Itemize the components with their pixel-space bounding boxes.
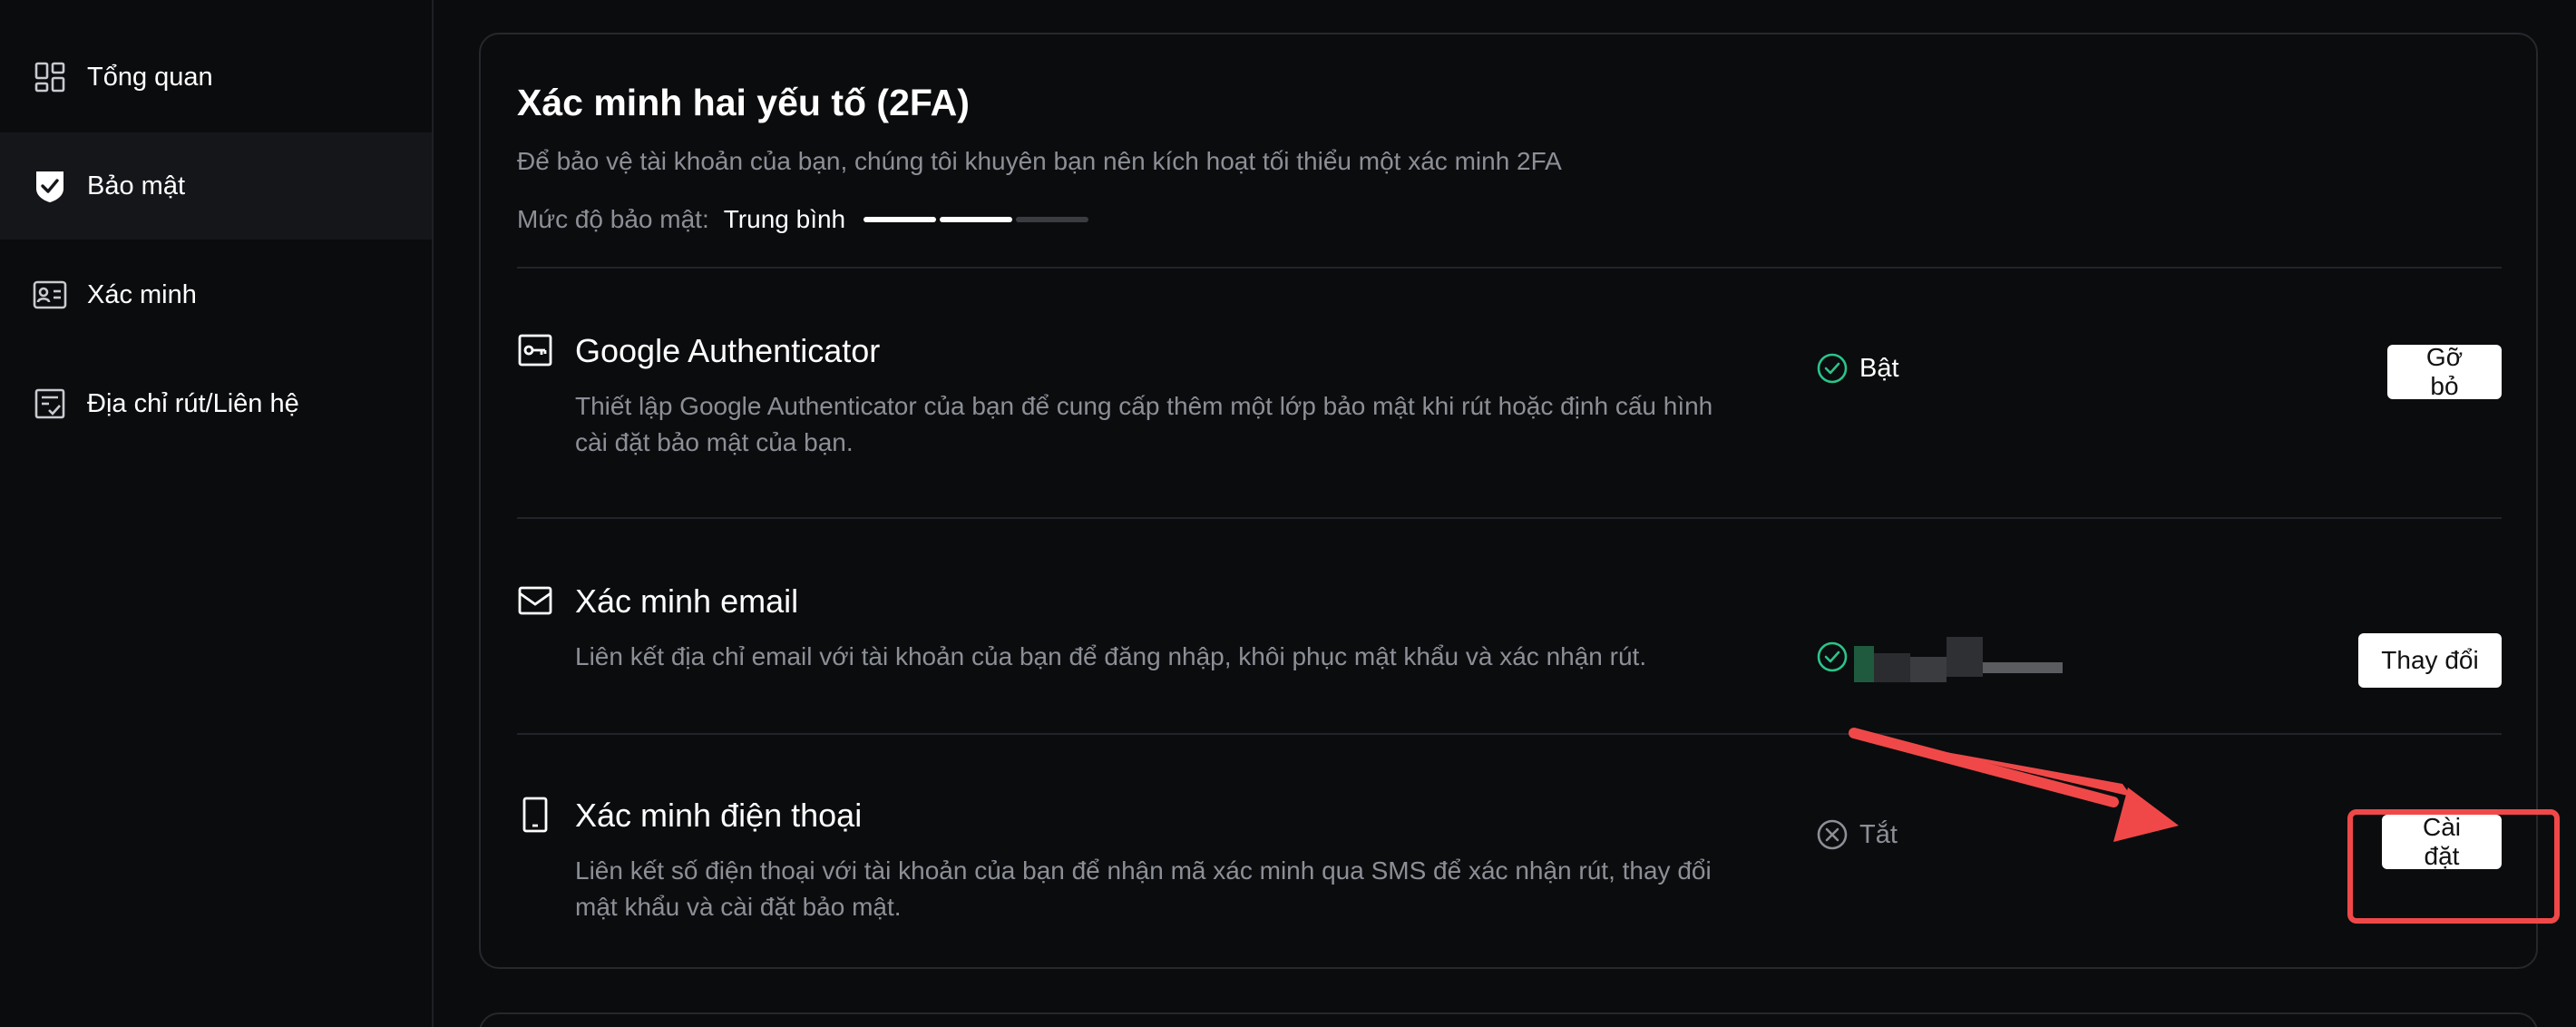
- method-description: Liên kết địa chỉ email với tài khoản của…: [575, 642, 1647, 670]
- dashboard-icon: [33, 60, 67, 94]
- status-badge: Bật: [1816, 352, 1899, 385]
- security-level-meter: [864, 217, 1089, 222]
- divider: [517, 517, 2502, 519]
- method-email: Xác minh email Liên kết địa chỉ email vớ…: [517, 582, 2502, 691]
- annotation-highlight-box: [2347, 809, 2560, 924]
- method-description: Liên kết số điện thoại với tài khoản của…: [575, 856, 1712, 921]
- twofa-card: Xác minh hai yếu tố (2FA) Để bảo vệ tài …: [479, 33, 2538, 969]
- annotation-arrow-icon: [1849, 728, 2179, 842]
- id-card-icon: [33, 278, 67, 312]
- status-text: Bật: [1859, 353, 1899, 383]
- sidebar-item-security[interactable]: Bảo mật: [0, 132, 432, 240]
- meter-segment: [940, 217, 1013, 222]
- phone-icon: [517, 797, 553, 833]
- security-level-label: Mức độ bảo mật: [517, 205, 702, 233]
- envelope-icon: [517, 582, 553, 619]
- sidebar-item-label: Xác minh: [87, 279, 197, 309]
- address-book-icon: [33, 386, 67, 421]
- change-email-button[interactable]: Thay đổi: [2358, 633, 2502, 688]
- sidebar-item-label: Địa chỉ rút/Liên hệ: [87, 388, 299, 418]
- authenticator-key-icon: [517, 332, 553, 368]
- check-circle-icon: [1817, 641, 1848, 672]
- sidebar-item-verification[interactable]: Xác minh: [0, 241, 432, 348]
- meter-segment: [864, 217, 937, 222]
- status-badge: [1816, 641, 1859, 673]
- method-description: Thiết lập Google Authenticator của bạn đ…: [575, 392, 1713, 456]
- method-google-authenticator: Google Authenticator Thiết lập Google Au…: [517, 332, 2502, 477]
- security-level-colon: :: [701, 205, 709, 233]
- check-circle-icon: [1817, 353, 1848, 384]
- method-title: Xác minh email: [575, 582, 799, 620]
- meter-segment: [1016, 217, 1089, 222]
- masked-email-pixelation: [1854, 637, 2063, 682]
- security-level: Mức độ bảo mật : Trung bình: [517, 205, 1089, 234]
- sidebar-item-label: Tổng quan: [87, 62, 213, 92]
- sidebar-item-overview[interactable]: Tổng quan: [0, 24, 432, 131]
- sidebar-item-label: Bảo mật: [87, 171, 185, 201]
- remove-authenticator-button[interactable]: Gỡ bỏ: [2387, 343, 2502, 400]
- method-title: Xác minh điện thoại: [575, 797, 863, 834]
- sidebar: Tổng quan Bảo mật Xác minh Địa chỉ rút/L…: [0, 0, 434, 1027]
- next-card-edge: [479, 1012, 2538, 1027]
- divider: [517, 267, 2502, 269]
- shield-check-icon: [33, 169, 67, 203]
- section-description: Để bảo vệ tài khoản của bạn, chúng tôi k…: [517, 147, 1562, 175]
- method-title: Google Authenticator: [575, 332, 881, 369]
- app-root: Tổng quan Bảo mật Xác minh Địa chỉ rút/L…: [0, 0, 2576, 1027]
- section-title: Xác minh hai yếu tố (2FA): [517, 82, 970, 123]
- security-level-value: Trung bình: [723, 205, 846, 233]
- sidebar-item-withdrawal-address[interactable]: Địa chỉ rút/Liên hệ: [0, 350, 432, 457]
